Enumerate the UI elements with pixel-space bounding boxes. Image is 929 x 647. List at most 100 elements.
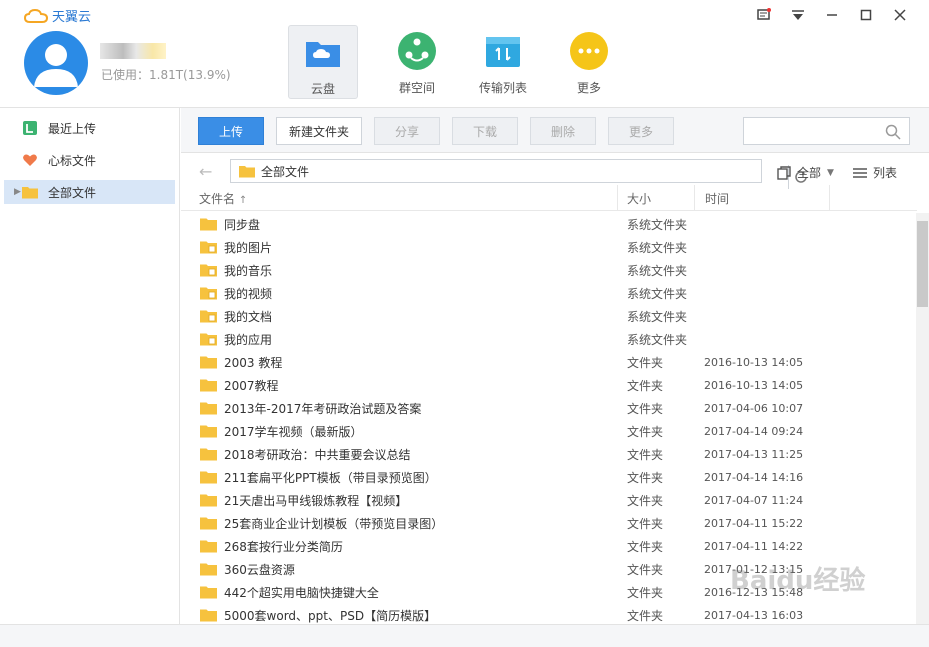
maximize-button[interactable] xyxy=(849,6,883,24)
avatar[interactable] xyxy=(24,31,88,95)
filter-dropdown[interactable]: 全部 ▼ xyxy=(777,164,834,181)
file-time: 2017-04-14 14:16 xyxy=(704,471,804,484)
file-time: 2017-04-11 14:22 xyxy=(704,540,804,553)
column-divider[interactable] xyxy=(694,185,695,211)
file-name[interactable]: 25套商业企业计划模板（带预览目录图） xyxy=(224,515,443,532)
nav-tab-more[interactable]: 更多 xyxy=(546,25,632,99)
system-folder-icon xyxy=(200,264,217,277)
file-row[interactable]: 2018考研政治：中共重要会议总结 文件夹 2017-04-13 11:25 xyxy=(181,443,917,466)
file-name[interactable]: 2003 教程 xyxy=(224,354,282,371)
share-button[interactable]: 分享 xyxy=(374,117,440,145)
file-name[interactable]: 同步盘 xyxy=(224,216,260,233)
file-name[interactable]: 我的视频 xyxy=(224,285,272,302)
file-name[interactable]: 我的图片 xyxy=(224,239,272,256)
nav-tab-transfer-list[interactable]: 传输列表 xyxy=(460,25,546,99)
file-row[interactable]: 25套商业企业计划模板（带预览目录图） 文件夹 2017-04-11 15:22 xyxy=(181,512,917,535)
search-icon[interactable] xyxy=(885,124,901,140)
file-name[interactable]: 我的文档 xyxy=(224,308,272,325)
file-row[interactable]: 2007教程 文件夹 2016-10-13 14:05 xyxy=(181,374,917,397)
view-mode-label: 列表 xyxy=(873,166,898,180)
vertical-scrollbar[interactable] xyxy=(916,213,929,624)
main-nav: 云盘 群空间 传输列表 更多 xyxy=(288,25,632,99)
upload-button[interactable]: 上传 xyxy=(198,117,264,145)
recent-upload-icon xyxy=(22,120,38,136)
file-row[interactable]: 2003 教程 文件夹 2016-10-13 14:05 xyxy=(181,351,917,374)
folder-icon xyxy=(200,609,217,622)
file-row[interactable]: 我的图片 系统文件夹 xyxy=(181,236,917,259)
back-arrow-icon[interactable]: ← xyxy=(199,162,212,181)
file-size: 文件夹 xyxy=(627,563,664,577)
column-name-label: 文件名 xyxy=(199,192,236,206)
file-size: 文件夹 xyxy=(627,540,664,554)
expand-caret-icon[interactable]: ▶ xyxy=(14,187,21,197)
file-name[interactable]: 2007教程 xyxy=(224,377,279,394)
file-name[interactable]: 2018考研政治：中共重要会议总结 xyxy=(224,446,411,463)
file-name[interactable]: 211套扁平化PPT模板（带目录预览图） xyxy=(224,469,437,486)
file-time: 2017-04-07 11:24 xyxy=(704,494,804,507)
system-folder-icon xyxy=(200,241,217,254)
file-row[interactable]: 268套按行业分类简历 文件夹 2017-04-11 14:22 xyxy=(181,535,917,558)
folder-icon xyxy=(22,184,38,200)
file-name[interactable]: 268套按行业分类简历 xyxy=(224,538,343,555)
scrollbar-thumb[interactable] xyxy=(917,221,928,307)
column-name-header[interactable]: 文件名 ↑ xyxy=(199,190,247,207)
folder-icon xyxy=(200,494,217,507)
file-name[interactable]: 2017学车视频（最新版） xyxy=(224,423,363,440)
file-size: 文件夹 xyxy=(627,517,664,531)
sidebar-item-all-files[interactable]: ▶ 全部文件 xyxy=(4,180,175,204)
file-row[interactable]: 2017学车视频（最新版） 文件夹 2017-04-14 09:24 xyxy=(181,420,917,443)
file-size: 文件夹 xyxy=(627,356,664,370)
folder-icon xyxy=(200,356,217,369)
sort-asc-icon: ↑ xyxy=(238,195,248,206)
nav-tab-label: 群空间 xyxy=(398,81,435,95)
status-bar xyxy=(0,624,929,647)
file-row[interactable]: 21天虐出马甲线锻炼教程【视频】 文件夹 2017-04-07 11:24 xyxy=(181,489,917,512)
window-controls xyxy=(747,6,917,24)
file-size: 文件夹 xyxy=(627,402,664,416)
file-name[interactable]: 360云盘资源 xyxy=(224,561,295,578)
file-row[interactable]: 我的应用 系统文件夹 xyxy=(181,328,917,351)
more-actions-button[interactable]: 更多 xyxy=(608,117,674,145)
folder-icon xyxy=(239,166,255,178)
file-row[interactable]: 我的文档 系统文件夹 xyxy=(181,305,917,328)
file-row[interactable]: 我的视频 系统文件夹 xyxy=(181,282,917,305)
file-row[interactable]: 2013年-2017年考研政治试题及答案 文件夹 2017-04-06 10:07 xyxy=(181,397,917,420)
file-row[interactable]: 我的音乐 系统文件夹 xyxy=(181,259,917,282)
file-size: 文件夹 xyxy=(627,609,664,623)
file-name[interactable]: 我的应用 xyxy=(224,331,272,348)
sidebar-item-favorites[interactable]: 心标文件 xyxy=(4,148,175,172)
download-button[interactable]: 下载 xyxy=(452,117,518,145)
new-folder-button[interactable]: 新建文件夹 xyxy=(276,117,362,145)
column-size-header[interactable]: 大小 xyxy=(627,190,651,207)
column-header: 文件名 ↑ 大小 时间 xyxy=(181,185,917,211)
file-size: 系统文件夹 xyxy=(627,333,688,347)
sidebar-item-recent-upload[interactable]: 最近上传 xyxy=(4,116,175,140)
breadcrumb[interactable]: 全部文件 xyxy=(230,159,807,189)
minimize-button[interactable] xyxy=(815,6,849,24)
filter-label: 全部 xyxy=(797,166,822,180)
nav-tab-cloud-disk[interactable]: 云盘 xyxy=(288,25,358,99)
file-size: 系统文件夹 xyxy=(627,264,688,278)
file-name[interactable]: 442个超实用电脑快捷键大全 xyxy=(224,584,379,601)
view-mode-toggle[interactable]: 列表 xyxy=(853,164,897,181)
close-button[interactable] xyxy=(883,6,917,24)
column-divider[interactable] xyxy=(617,185,618,211)
close-icon xyxy=(894,9,906,21)
delete-button[interactable]: 删除 xyxy=(530,117,596,145)
file-row[interactable]: 同步盘 系统文件夹 xyxy=(181,213,917,236)
file-name[interactable]: 5000套word、ppt、PSD【简历模版】 xyxy=(224,607,436,624)
nav-tab-group-space[interactable]: 群空间 xyxy=(374,25,460,99)
path-bar: ← 全部文件 全部 ▼ 列表 xyxy=(181,154,929,189)
message-button[interactable] xyxy=(747,6,781,24)
column-time-header[interactable]: 时间 xyxy=(705,190,729,207)
file-row[interactable]: 211套扁平化PPT模板（带目录预览图） 文件夹 2017-04-14 14:16 xyxy=(181,466,917,489)
folder-icon xyxy=(200,425,217,438)
column-divider[interactable] xyxy=(829,185,830,211)
dropdown-menu-icon xyxy=(792,10,804,20)
search-input[interactable] xyxy=(743,117,910,145)
file-name[interactable]: 我的音乐 xyxy=(224,262,272,279)
file-name[interactable]: 2013年-2017年考研政治试题及答案 xyxy=(224,400,421,417)
menu-button[interactable] xyxy=(781,6,815,24)
file-name[interactable]: 21天虐出马甲线锻炼教程【视频】 xyxy=(224,492,407,509)
message-icon xyxy=(757,8,771,20)
